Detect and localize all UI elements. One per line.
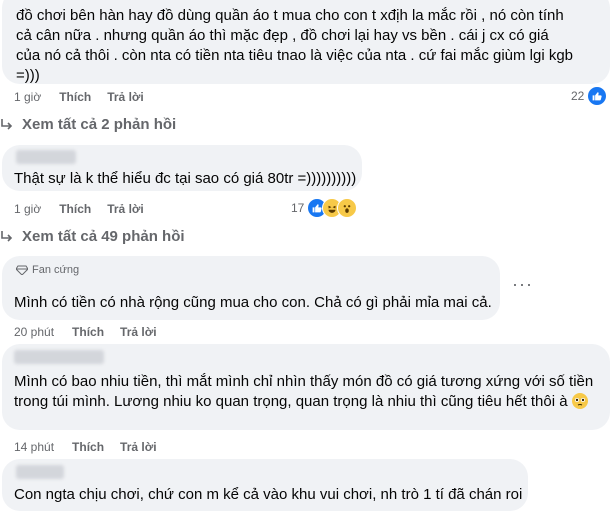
reply-button[interactable]: Trả lời: [120, 440, 157, 454]
comment-bubble: Con ngta chịu chơi, chứ con m kể cả vào …: [2, 459, 528, 511]
wow-reaction-icon: [337, 198, 358, 218]
comment-actions: 1 giờ Thích Trả lời: [14, 202, 160, 216]
comment-actions: 20 phút Thích Trả lời: [14, 325, 173, 339]
pleading-face-icon: [571, 393, 588, 409]
like-button[interactable]: Thích: [72, 325, 104, 339]
like-button[interactable]: Thích: [59, 202, 91, 216]
comment-actions: 14 phút Thích Trả lời: [14, 440, 173, 454]
comment-bubble: Fan cứng Mình có tiền có nhà rộng cũng m…: [2, 256, 500, 320]
comment-text: Con ngta chịu chơi, chứ con m kể cả vào …: [14, 486, 523, 503]
like-button[interactable]: Thích: [72, 440, 104, 454]
fan-badge: Fan cứng: [16, 264, 79, 276]
view-replies-label: Xem tất cả 2 phản hồi: [22, 116, 177, 133]
comment-text: Thật sự là k thể hiểu đc tại sao có giá …: [14, 170, 357, 187]
view-replies-link[interactable]: Xem tất cả 49 phản hồi: [0, 228, 185, 245]
comment-time[interactable]: 20 phút: [14, 325, 54, 339]
reaction-count: 17: [291, 201, 305, 215]
comment-text: đồ chơi bên hàn hay đồ dùng quần áo t mu…: [16, 7, 574, 84]
view-replies-label: Xem tất cả 49 phản hồi: [22, 228, 185, 245]
fan-badge-label: Fan cứng: [32, 264, 80, 276]
comment-time[interactable]: 1 giờ: [14, 90, 41, 104]
like-button[interactable]: Thích: [59, 90, 91, 104]
view-replies-link[interactable]: Xem tất cả 2 phản hồi: [0, 116, 176, 133]
reaction-count: 22: [571, 89, 585, 103]
diamond-icon: [16, 265, 28, 275]
comment-bubble: Mình có bao nhiu tiền, thì mắt mình chỉ …: [2, 344, 610, 430]
comment-time[interactable]: 14 phút: [14, 440, 54, 454]
comment-text: Mình có tiền có nhà rộng cũng mua cho co…: [14, 294, 492, 311]
reply-button[interactable]: Trả lời: [120, 325, 157, 339]
reply-button[interactable]: Trả lời: [107, 202, 144, 216]
commenter-name[interactable]: [16, 465, 64, 479]
reply-button[interactable]: Trả lời: [107, 90, 144, 104]
commenter-name[interactable]: [14, 350, 104, 364]
comment-bubble: Thật sự là k thể hiểu đc tại sao có giá …: [2, 145, 362, 191]
like-reaction-icon: [587, 86, 608, 106]
reaction-summary[interactable]: 17: [291, 198, 358, 218]
comment-bubble: đồ chơi bên hàn hay đồ dùng quần áo t mu…: [2, 0, 610, 84]
comment-text: Mình có bao nhiu tiền, thì mắt mình chỉ …: [14, 372, 599, 412]
comment-actions: 1 giờ Thích Trả lời: [14, 90, 160, 104]
comment-time[interactable]: 1 giờ: [14, 202, 41, 216]
commenter-name[interactable]: [16, 150, 76, 164]
comment-text-content: Mình có bao nhiu tiền, thì mắt mình chỉ …: [14, 373, 594, 410]
reply-arrow-icon: [1, 230, 13, 242]
more-options-icon[interactable]: ···: [512, 274, 533, 295]
reply-arrow-icon: [1, 118, 13, 130]
reaction-summary[interactable]: 22: [571, 86, 608, 106]
